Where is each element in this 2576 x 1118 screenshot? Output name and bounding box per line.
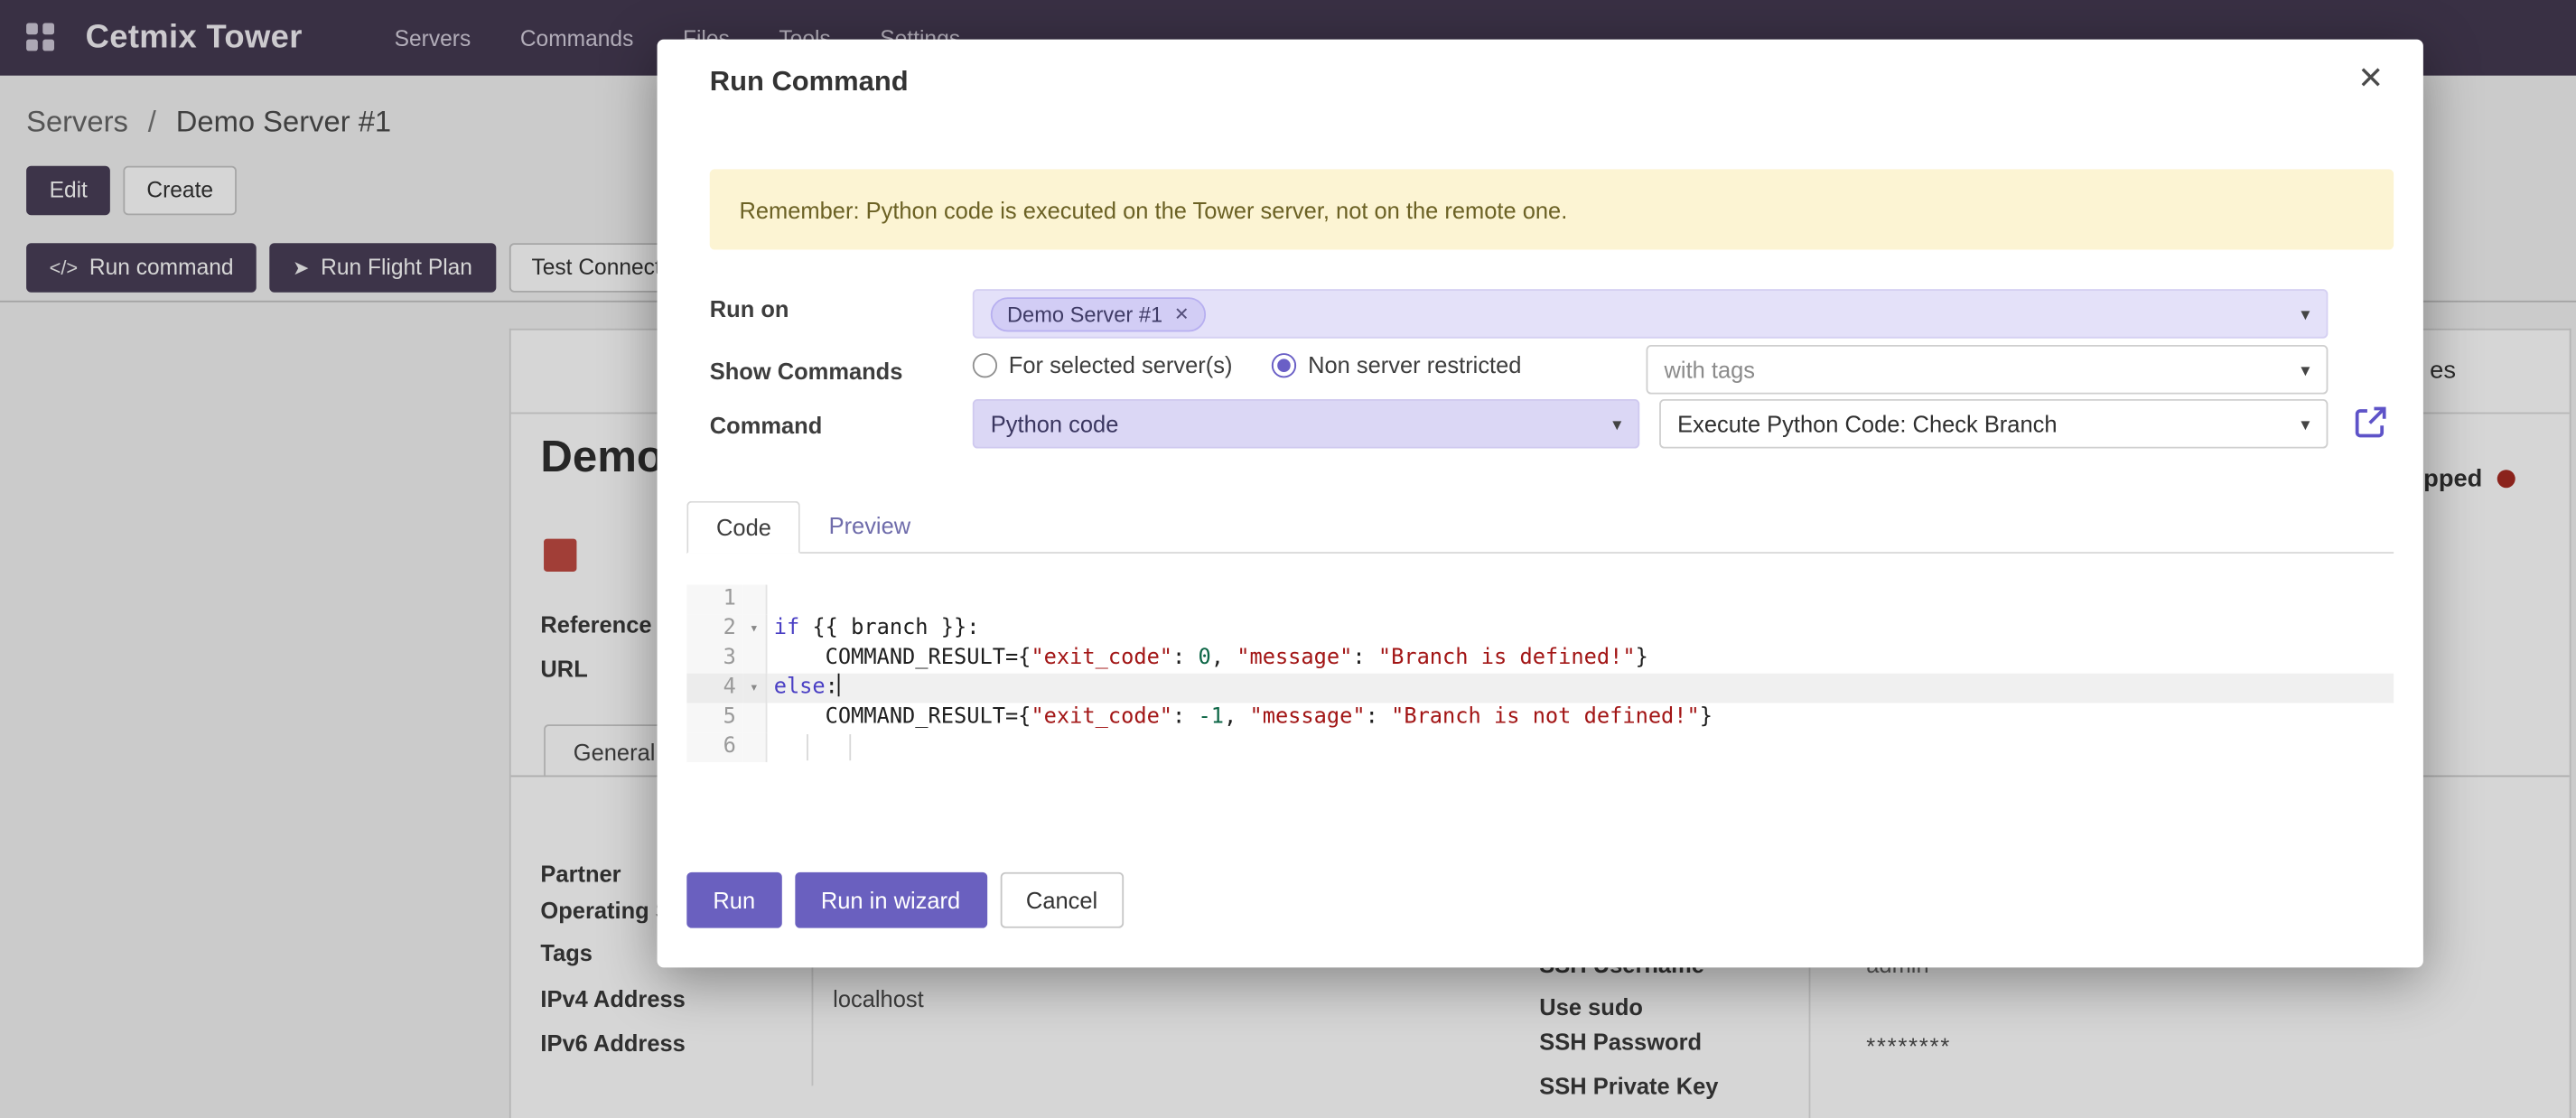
code-text: COMMAND_RESULT={"exit_code": 0, "message…: [767, 644, 2394, 674]
fold-gutter: [742, 732, 767, 762]
command-type-value: Python code: [991, 411, 1119, 437]
remove-tag-icon[interactable]: ✕: [1174, 303, 1190, 325]
code-line-1: 1: [686, 585, 2394, 615]
line-number: 5: [686, 703, 742, 732]
code-text: if {{ branch }}:: [767, 614, 2394, 644]
screen: Cetmix Tower ServersCommandsFilesToolsSe…: [0, 0, 2576, 1118]
fold-arrow-icon[interactable]: ▾: [742, 614, 767, 644]
tab-preview[interactable]: Preview: [801, 501, 938, 554]
chevron-down-icon: ▾: [2301, 303, 2310, 325]
radio-option-for-selected-servers[interactable]: For selected server(s): [973, 351, 1233, 377]
code-line-2: 2▾if {{ branch }}:: [686, 614, 2394, 644]
modal-footer: Run Run in wizard Cancel: [686, 872, 1124, 928]
radio-icon[interactable]: [1272, 352, 1296, 377]
python-warning-alert: Remember: Python code is executed on the…: [710, 169, 2394, 249]
run-command-modal: Run Command ✕ Remember: Python code is e…: [658, 40, 2423, 968]
fold-gutter: [742, 644, 767, 674]
chevron-down-icon: ▾: [2301, 413, 2310, 434]
close-icon[interactable]: ✕: [2351, 58, 2391, 102]
code-editor[interactable]: 12▾if {{ branch }}:3 COMMAND_RESULT={"ex…: [686, 585, 2394, 762]
show-commands-radio-group: For selected server(s) Non server restric…: [973, 351, 1522, 377]
line-number: 2: [686, 614, 742, 644]
show-commands-label: Show Commands: [710, 359, 903, 385]
cancel-button[interactable]: Cancel: [1000, 872, 1124, 928]
line-number: 6: [686, 732, 742, 762]
chevron-down-icon: ▾: [2301, 359, 2310, 380]
server-tag: Demo Server #1 ✕: [991, 296, 1206, 331]
code-text: else:: [767, 674, 2394, 703]
radio-option-non-server-restricted[interactable]: Non server restricted: [1272, 351, 1521, 377]
indent-guide: [807, 734, 808, 760]
radio-label: For selected server(s): [1009, 351, 1233, 377]
command-type-select[interactable]: Python code ▾: [973, 399, 1639, 449]
indent-guide: [849, 734, 851, 760]
external-link-icon[interactable]: [2353, 404, 2389, 440]
code-line-3: 3 COMMAND_RESULT={"exit_code": 0, "messa…: [686, 644, 2394, 674]
radio-icon[interactable]: [973, 352, 997, 377]
server-tag-label: Demo Server #1: [1007, 302, 1162, 326]
command-value: Execute Python Code: Check Branch: [1677, 411, 2057, 437]
run-on-field[interactable]: Demo Server #1 ✕ ▾: [973, 289, 2329, 339]
code-line-4: 4▾else:: [686, 674, 2394, 703]
fold-gutter: [742, 703, 767, 732]
code-line-6: 6: [686, 732, 2394, 762]
line-number: 1: [686, 585, 742, 615]
chevron-down-icon: ▾: [1612, 413, 1621, 434]
run-on-label: Run on: [710, 295, 789, 321]
line-number: 3: [686, 644, 742, 674]
command-select[interactable]: Execute Python Code: Check Branch ▾: [1659, 399, 2328, 449]
code-text: COMMAND_RESULT={"exit_code": -1, "messag…: [767, 703, 2394, 732]
code-text: [767, 585, 2394, 615]
fold-gutter: [742, 585, 767, 615]
command-label: Command: [710, 413, 823, 439]
text-cursor: [838, 674, 840, 696]
line-number: 4: [686, 674, 742, 703]
run-button[interactable]: Run: [686, 872, 781, 928]
radio-label: Non server restricted: [1308, 351, 1521, 377]
editor-tabs: CodePreview: [686, 501, 2394, 554]
code-line-5: 5 COMMAND_RESULT={"exit_code": -1, "mess…: [686, 703, 2394, 732]
with-tags-placeholder: with tags: [1665, 357, 1755, 383]
fold-arrow-icon[interactable]: ▾: [742, 674, 767, 703]
modal-title: Run Command: [710, 66, 909, 98]
run-in-wizard-button[interactable]: Run in wizard: [795, 872, 986, 928]
code-text: [767, 732, 2394, 762]
tab-code[interactable]: Code: [686, 501, 800, 554]
with-tags-select[interactable]: with tags ▾: [1647, 345, 2329, 395]
